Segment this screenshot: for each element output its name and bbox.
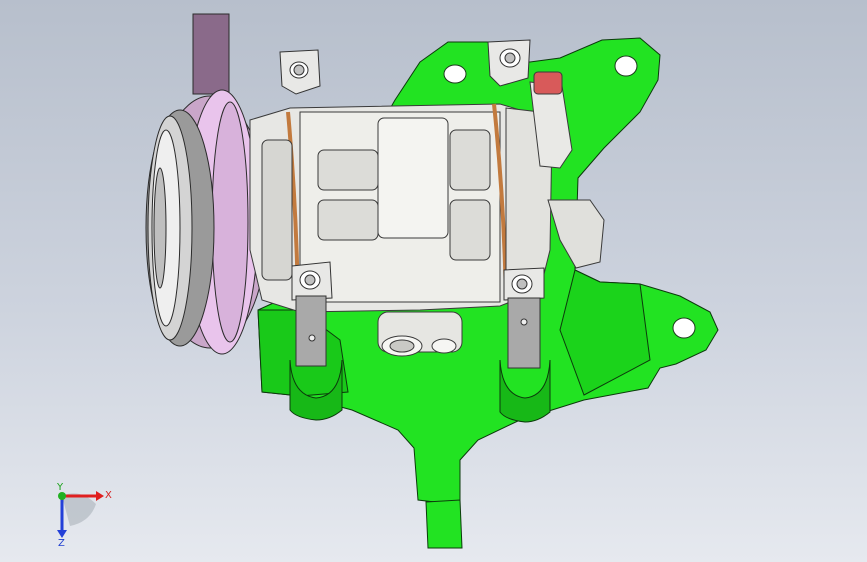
orientation-triad: X Y Z (56, 482, 112, 548)
z-arrow-icon (57, 530, 67, 538)
z-axis-label: Z (58, 538, 65, 548)
3d-viewport[interactable]: X Y Z (0, 0, 867, 562)
x-arrow-icon (96, 491, 104, 501)
y-axis-label: Y (56, 482, 64, 493)
triad-plane-icon (62, 493, 96, 526)
x-axis-label: X (105, 490, 112, 501)
compressor-model[interactable] (0, 0, 867, 562)
y-axis-icon (58, 492, 66, 500)
